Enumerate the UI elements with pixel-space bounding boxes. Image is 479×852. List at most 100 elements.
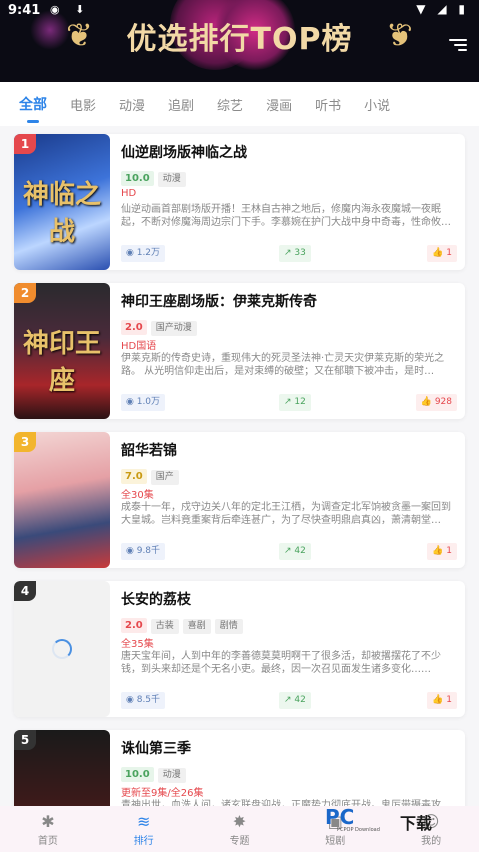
poster-image[interactable]: 3 <box>14 432 110 568</box>
genre-tag: 国产动漫 <box>150 321 197 336</box>
item-stats: ◉ 1.0万 ↗ 12 👍 928 <box>121 394 457 411</box>
item-title[interactable]: 韶华若锦 <box>121 440 457 460</box>
quality-label: 更新至9集/全26集 <box>121 788 204 799</box>
item-description: 成泰十一年，戍守边关八年的定北王江栖，为调查定北军饷被贪墨一案回到大皇城。岂料竟… <box>121 502 451 526</box>
item-tags: 10.0 动漫 <box>121 762 457 783</box>
watermark-logo: PC <box>325 805 355 829</box>
views-value: 1.2万 <box>136 248 161 258</box>
like-button[interactable]: 👍 1 <box>427 692 457 709</box>
views-count: ◉ 1.2万 <box>121 245 166 262</box>
quality-label: HD <box>121 188 137 199</box>
tab-1[interactable]: 电影 <box>70 95 96 114</box>
tab-4[interactable]: 综艺 <box>217 95 243 114</box>
poster-image[interactable]: 诛仙5 <box>14 730 110 806</box>
like-button[interactable]: 👍 928 <box>415 394 457 411</box>
score-badge: 10.0 <box>121 767 154 782</box>
trend-value: 33 <box>294 248 306 258</box>
item-stats: ◉ 1.2万 ↗ 33 👍 1 <box>121 245 457 262</box>
thumbs-up-icon: 👍 <box>432 546 447 556</box>
nav-label: 专题 <box>229 836 250 847</box>
watermark-text: 下载 <box>400 814 433 833</box>
trend-up-icon: ↗ <box>284 695 295 705</box>
tab-5[interactable]: 漫画 <box>266 95 292 114</box>
menu-icon[interactable] <box>449 36 467 54</box>
thumbs-up-icon: 👍 <box>420 397 435 407</box>
trend-count: ↗ 33 <box>279 245 311 262</box>
nav-label: 首页 <box>37 836 58 847</box>
like-button[interactable]: 👍 1 <box>427 245 457 262</box>
item-info: 长安的荔枝 2.0 古装 喜剧 剧情 全35集 唐天宝年间，人到中年的李善德莫莫明啊干了很多… <box>121 589 457 676</box>
quality-label: 全30集 <box>121 490 154 501</box>
like-button[interactable]: 👍 1 <box>427 543 457 560</box>
poster-art-text: 神印王座 <box>22 329 101 396</box>
nav-icon-0: ✱ <box>41 812 55 831</box>
watermark-sub: PCPOP Download <box>337 827 380 833</box>
genre-tag: 剧情 <box>214 619 243 634</box>
item-stats: ◉ 9.8千 ↗ 42 👍 1 <box>121 543 457 560</box>
genre-tag: 动漫 <box>157 768 186 783</box>
item-info: 诛仙第三季 10.0 动漫 更新至9集/全26集 青神出世，血洗人间，诸玄联盘迎战，正魔… <box>121 738 457 806</box>
views-value: 1.0万 <box>136 397 161 407</box>
item-title[interactable]: 仙逆剧场版神临之战 <box>121 142 457 162</box>
trend-up-icon: ↗ <box>284 397 295 407</box>
item-title[interactable]: 诛仙第三季 <box>121 738 457 758</box>
eye-icon: ◉ <box>126 397 137 407</box>
views-count: ◉ 1.0万 <box>121 394 166 411</box>
list-item[interactable]: 神临之战 1 仙逆剧场版神临之战 10.0 动漫 HD 仙逆动画首部剧场版开播！王林自古神之… <box>14 134 465 270</box>
poster-image[interactable]: 神印王座 2 <box>14 283 110 419</box>
tab-6[interactable]: 听书 <box>315 95 341 114</box>
genre-tag: 国产 <box>150 470 179 485</box>
ranking-list[interactable]: 神临之战 1 仙逆剧场版神临之战 10.0 动漫 HD 仙逆动画首部剧场版开播！王林自古神之… <box>0 126 479 806</box>
rank-badge: 1 <box>14 134 36 154</box>
item-title[interactable]: 长安的荔枝 <box>121 589 457 609</box>
views-count: ◉ 8.5千 <box>121 692 166 709</box>
trend-value: 12 <box>294 397 306 407</box>
item-info: 韶华若锦 7.0 国产全30集 成泰十一年，戍守边关八年的定北王江栖，为调查定北军饷被… <box>121 440 457 527</box>
trend-up-icon: ↗ <box>284 248 295 258</box>
rank-badge: 3 <box>14 432 36 452</box>
likes-value: 1 <box>446 248 452 258</box>
nav-item-2[interactable]: ✸ 专题 <box>192 806 288 852</box>
tab-7[interactable]: 小说 <box>364 95 390 114</box>
nav-icon-2: ✸ <box>232 812 247 831</box>
list-item[interactable]: 4 长安的荔枝 2.0 古装 喜剧 剧情 全35集 唐天宝年间，人到中年的李善德莫莫明啊干了很… <box>14 581 465 717</box>
tab-2[interactable]: 动漫 <box>119 95 145 114</box>
views-count: ◉ 9.8千 <box>121 543 166 560</box>
tab-0[interactable]: 全部 <box>19 94 47 123</box>
score-badge: 2.0 <box>121 618 147 633</box>
score-badge: 7.0 <box>121 469 147 484</box>
item-tags: 2.0 古装 喜剧 剧情 <box>121 613 457 634</box>
item-info: 仙逆剧场版神临之战 10.0 动漫 HD 仙逆动画首部剧场版开播！王林自古神之地后，修魔… <box>121 142 457 229</box>
trend-value: 42 <box>294 546 306 556</box>
poster-image[interactable]: 4 <box>14 581 110 717</box>
score-badge: 10.0 <box>121 171 154 186</box>
eye-icon: ◉ <box>126 248 137 258</box>
item-stats: ◉ 8.5千 ↗ 42 👍 1 <box>121 692 457 709</box>
quality-label: HD国语 <box>121 341 157 352</box>
list-item[interactable]: 诛仙5诛仙第三季10.0动漫更新至9集/全26集青神出世，血洗人间，诸玄联盘迎战… <box>14 730 465 806</box>
item-description: 唐天宝年间，人到中年的李善德莫莫明啊干了很多活，却被撂摆花了不少钱，到头来却还是… <box>121 651 441 675</box>
list-item[interactable]: 3 韶华若锦 7.0 国产全30集 成泰十一年，戍守边关八年的定北王江栖，为调查定北军饷… <box>14 432 465 568</box>
trend-count: ↗ 12 <box>279 394 311 411</box>
genre-tag: 动漫 <box>157 172 186 187</box>
likes-value: 928 <box>434 397 452 407</box>
poster-image[interactable]: 神临之战 1 <box>14 134 110 270</box>
trend-count: ↗ 42 <box>279 692 311 709</box>
item-tags: 10.0 动漫 <box>121 166 457 187</box>
views-value: 8.5千 <box>136 695 161 705</box>
item-description: 仙逆动画首部剧场版开播！王林自古神之地后，修魔内海永夜魔城一夜眠起，不断对修魔海… <box>121 204 451 228</box>
item-info: 神印王座剧场版：伊莱克斯传奇 2.0 国产动漫 HD国语 伊莱克斯的传奇史诗，重现伟大的… <box>121 291 457 378</box>
item-tags: 7.0 国产 <box>121 464 457 485</box>
tab-3[interactable]: 追剧 <box>168 95 194 114</box>
poster-art-text: 神临之战 <box>22 180 101 247</box>
watermark: PC 下载 PCPOP Download <box>325 805 475 835</box>
list-item[interactable]: 神印王座 2 神印王座剧场版：伊莱克斯传奇 2.0 国产动漫 HD国语 伊莱克斯的传奇史诗，… <box>14 283 465 419</box>
thumbs-up-icon: 👍 <box>432 695 447 705</box>
trend-count: ↗ 42 <box>279 543 311 560</box>
loading-spinner-icon <box>52 639 72 659</box>
nav-item-0[interactable]: ✱ 首页 <box>0 806 96 852</box>
item-title[interactable]: 神印王座剧场版：伊莱克斯传奇 <box>121 291 457 311</box>
trend-value: 42 <box>294 695 306 705</box>
nav-item-1[interactable]: ≋ 排行 <box>96 806 192 852</box>
thumbs-up-icon: 👍 <box>432 248 447 258</box>
